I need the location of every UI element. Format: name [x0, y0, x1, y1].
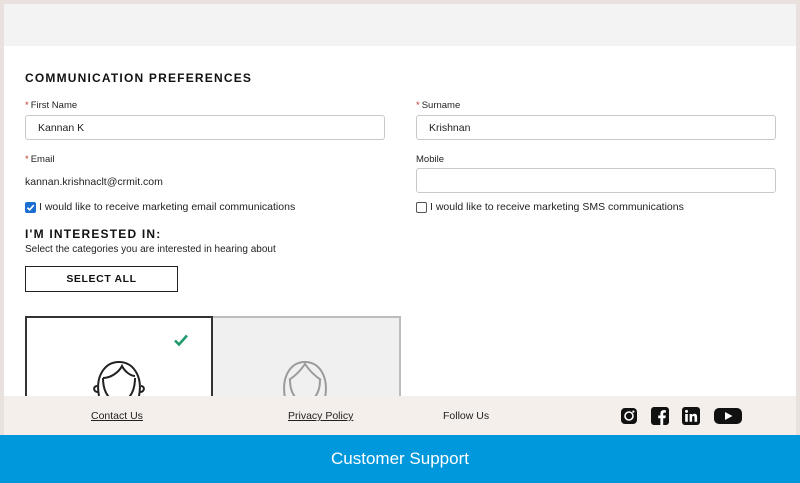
first-name-input[interactable]: Kannan K	[25, 115, 385, 140]
mobile-label-text: Mobile	[416, 154, 444, 165]
sms-optin-checkbox[interactable]	[416, 201, 427, 213]
surname-label-text: Surname	[421, 100, 461, 111]
interests-title: I'M INTERESTED IN:	[25, 227, 162, 241]
preferences-panel: COMMUNICATION PREFERENCES * First Name Ka…	[4, 46, 796, 396]
email-value: kannan.krishnaclt@crmit.com	[25, 176, 163, 188]
email-label-text: Email	[30, 154, 55, 165]
required-marker: *	[416, 100, 420, 111]
youtube-icon[interactable]	[714, 407, 742, 425]
checkmark-icon	[174, 334, 188, 347]
first-name-label-text: First Name	[30, 100, 78, 111]
top-bar	[4, 4, 796, 46]
interests-subtitle: Select the categories you are interested…	[25, 244, 276, 255]
email-optin-checkbox[interactable]	[25, 201, 36, 213]
page-frame: COMMUNICATION PREFERENCES * First Name Ka…	[0, 0, 800, 435]
sms-optin-row[interactable]: I would like to receive marketing SMS co…	[416, 201, 684, 213]
check-icon	[26, 204, 35, 211]
sms-optin-label: I would like to receive marketing SMS co…	[430, 201, 684, 213]
surname-input[interactable]: Krishnan	[416, 115, 776, 140]
contact-us-link[interactable]: Contact Us	[91, 410, 143, 422]
email-label: * Email	[25, 154, 54, 165]
linkedin-icon[interactable]	[681, 407, 701, 425]
mobile-input[interactable]	[416, 168, 776, 193]
woman-face-icon	[283, 360, 327, 396]
email-optin-label: I would like to receive marketing email …	[39, 201, 296, 213]
interest-card-selected[interactable]	[25, 316, 213, 396]
mobile-label: Mobile	[416, 154, 444, 165]
email-optin-row[interactable]: I would like to receive marketing email …	[25, 201, 295, 213]
interest-card-unselected[interactable]	[213, 316, 401, 396]
woman-face-icon	[93, 360, 145, 396]
required-marker: *	[25, 100, 29, 111]
select-all-button[interactable]: SELECT ALL	[25, 266, 178, 292]
required-marker: *	[25, 154, 29, 165]
privacy-policy-link[interactable]: Privacy Policy	[288, 410, 353, 422]
facebook-icon[interactable]	[650, 407, 670, 425]
instagram-icon[interactable]	[619, 407, 639, 425]
surname-label: * Surname	[416, 100, 460, 111]
footer: Contact Us Privacy Policy Follow Us	[4, 396, 796, 435]
customer-support-bar[interactable]: Customer Support	[0, 435, 800, 483]
first-name-label: * First Name	[25, 100, 77, 111]
section-title: COMMUNICATION PREFERENCES	[25, 71, 253, 85]
follow-us-label: Follow Us	[443, 410, 490, 422]
